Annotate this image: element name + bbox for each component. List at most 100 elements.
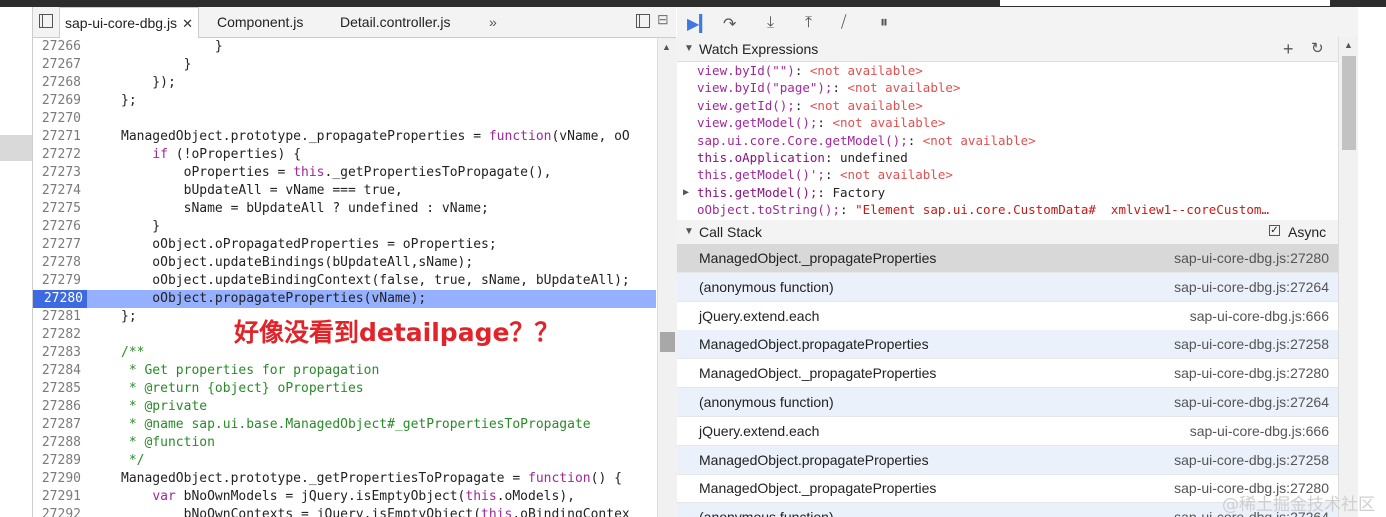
editor-scrollbar[interactable]: ▲: [657, 38, 677, 517]
watch-expression-item[interactable]: this.oApplication: undefined: [677, 149, 1338, 166]
code-line[interactable]: 27291 var bNoOwnModels = jQuery.isEmptyO…: [33, 488, 656, 506]
line-number[interactable]: 27288: [33, 434, 81, 452]
code-line[interactable]: 27285 * @return {object} oProperties: [33, 380, 656, 398]
scroll-up-icon[interactable]: ▲: [662, 42, 671, 52]
watch-expressions-header[interactable]: ▼ Watch Expressions + ↻: [677, 37, 1338, 62]
call-frame-location[interactable]: sap-ui-core-dbg.js:27264: [1174, 273, 1329, 301]
code-line[interactable]: 27268 });: [33, 74, 656, 92]
code-line[interactable]: 27274 bUpdateAll = vName === true,: [33, 182, 656, 200]
line-number[interactable]: 27277: [33, 236, 81, 254]
code-line[interactable]: 27277 oObject.oPropagatedProperties = oP…: [33, 236, 656, 254]
line-number[interactable]: 27270: [33, 110, 81, 128]
watch-expression-item[interactable]: view.getId();: <not available>: [677, 97, 1338, 114]
code-line[interactable]: 27276 }: [33, 218, 656, 236]
tab-overflow-chevron[interactable]: »: [489, 7, 497, 37]
line-number[interactable]: 27292: [33, 506, 81, 517]
pause-on-exceptions-icon[interactable]: ⊟: [657, 11, 669, 28]
refresh-icon[interactable]: ↻: [1311, 37, 1324, 61]
line-number[interactable]: 27273: [33, 164, 81, 182]
scroll-up-icon[interactable]: ▲: [1344, 40, 1353, 50]
step-into-icon[interactable]: ⤓: [767, 14, 774, 32]
line-number[interactable]: 27286: [33, 398, 81, 416]
code-line[interactable]: 27279 oObject.updateBindingContext(false…: [33, 272, 656, 290]
call-frame-location[interactable]: sap-ui-core-dbg.js:666: [1190, 417, 1329, 445]
line-number[interactable]: 27282: [33, 326, 81, 344]
step-over-icon[interactable]: ↷: [723, 14, 736, 34]
watch-expression-item[interactable]: oObject.toString();: "Element sap.ui.cor…: [677, 201, 1338, 218]
call-frame-location[interactable]: sap-ui-core-dbg.js:27258: [1174, 330, 1329, 358]
line-number[interactable]: 27276: [33, 218, 81, 236]
collapse-triangle-icon[interactable]: ▼: [684, 37, 694, 61]
watch-expression-item[interactable]: view.getModel();: <not available>: [677, 114, 1338, 131]
line-number[interactable]: 27278: [33, 254, 81, 272]
tab-sap-ui-core-dbg[interactable]: sap-ui-core-dbg.js ✕: [59, 7, 199, 38]
async-checkbox[interactable]: ✓: [1269, 225, 1280, 236]
call-stack-header[interactable]: ▼ Call Stack ✓ Async: [677, 220, 1338, 245]
code-line[interactable]: 27269};: [33, 92, 656, 110]
collapse-triangle-icon[interactable]: ▼: [684, 220, 694, 244]
add-expression-icon[interactable]: +: [1283, 37, 1294, 61]
call-frame[interactable]: (anonymous function) sap-ui-core-dbg.js:2…: [677, 272, 1338, 302]
toggle-debugger-icon[interactable]: [636, 14, 650, 28]
code-editor[interactable]: 27266 } 27267 } 27268 }); 27269}; 27270 27271…: [33, 38, 656, 517]
watch-expression-item[interactable]: ▶ this.getModel();: Factory: [677, 184, 1338, 201]
watch-expression-item[interactable]: view.byId("page");: <not available>: [677, 79, 1338, 96]
watch-expression-item[interactable]: this.getModel()';: <not available>: [677, 166, 1338, 183]
line-number[interactable]: 27284: [33, 362, 81, 380]
step-out-icon[interactable]: ⤒: [805, 14, 812, 32]
call-frame-location[interactable]: sap-ui-core-dbg.js:27280: [1174, 359, 1329, 387]
code-line[interactable]: 27289 */: [33, 452, 656, 470]
editor-scroll-thumb[interactable]: [660, 332, 675, 352]
code-line[interactable]: 27292 bNoOwnContexts = jQuery.isEmptyObj…: [33, 506, 656, 517]
line-number[interactable]: 27267: [33, 56, 81, 74]
code-line[interactable]: 27270: [33, 110, 656, 128]
deactivate-breakpoints-icon[interactable]: ⧸: [841, 14, 846, 32]
call-frame[interactable]: ManagedObject._propagateProperties sap-ui…: [677, 244, 1338, 273]
call-frame-location[interactable]: sap-ui-core-dbg.js:27258: [1174, 446, 1329, 474]
tab-detail-controller[interactable]: Detail.controller.js: [340, 7, 451, 37]
line-number[interactable]: 27283: [33, 344, 81, 362]
sidebar-scrollbar[interactable]: ▲: [1338, 37, 1359, 517]
line-number[interactable]: 27290: [33, 470, 81, 488]
toggle-navigator-icon[interactable]: [39, 14, 53, 28]
code-line[interactable]: 27287 * @name sap.ui.base.ManagedObject#…: [33, 416, 656, 434]
close-icon[interactable]: ✕: [182, 16, 193, 31]
line-number[interactable]: 27281: [33, 308, 81, 326]
tab-component[interactable]: Component.js: [217, 7, 303, 37]
code-line[interactable]: 27290 ManagedObject.prototype._getPropert…: [33, 470, 656, 488]
code-line[interactable]: 27271 ManagedObject.prototype._propagateP…: [33, 128, 656, 146]
call-frame[interactable]: jQuery.extend.each sap-ui-core-dbg.js:666: [677, 417, 1338, 446]
code-line[interactable]: 27286 * @private: [33, 398, 656, 416]
call-frame[interactable]: ManagedObject.propagateProperties sap-ui-…: [677, 445, 1338, 475]
expand-triangle-icon[interactable]: ▶: [683, 184, 689, 201]
line-number[interactable]: 27271: [33, 128, 81, 146]
code-line[interactable]: 27278 oObject.updateBindings(bUpdateAll,…: [33, 254, 656, 272]
resume-icon[interactable]: ▶▎: [687, 14, 712, 34]
code-line[interactable]: 27288 * @function: [33, 434, 656, 452]
code-line[interactable]: 27273 oProperties = this._getPropertiesT…: [33, 164, 656, 182]
code-line[interactable]: 27275 sName = bUpdateAll ? undefined : v…: [33, 200, 656, 218]
line-number[interactable]: 27291: [33, 488, 81, 506]
call-frame[interactable]: jQuery.extend.each sap-ui-core-dbg.js:666: [677, 302, 1338, 331]
call-frame[interactable]: ManagedObject._propagateProperties sap-ui…: [677, 359, 1338, 389]
line-number[interactable]: 27274: [33, 182, 81, 200]
line-number[interactable]: 27280: [33, 290, 87, 308]
code-line[interactable]: 27266 }: [33, 38, 656, 56]
line-number[interactable]: 27285: [33, 380, 81, 398]
line-number[interactable]: 27279: [33, 272, 81, 290]
call-frame[interactable]: (anonymous function) sap-ui-core-dbg.js:2…: [677, 388, 1338, 417]
watch-expression-item[interactable]: view.byId(""): <not available>: [677, 62, 1338, 79]
line-number[interactable]: 27268: [33, 74, 81, 92]
line-number[interactable]: 27289: [33, 452, 81, 470]
line-number[interactable]: 27269: [33, 92, 81, 110]
line-number[interactable]: 27287: [33, 416, 81, 434]
code-line[interactable]: 27272 if (!oProperties) {: [33, 146, 656, 164]
pause-on-exceptions-toggle-icon[interactable]: ⏸: [880, 14, 888, 32]
watch-expression-item[interactable]: sap.ui.core.Core.getModel();: <not avail…: [677, 132, 1338, 149]
sidebar-scroll-thumb[interactable]: [1342, 56, 1356, 150]
code-line[interactable]: 27267 }: [33, 56, 656, 74]
line-number[interactable]: 27272: [33, 146, 81, 164]
call-frame-location[interactable]: sap-ui-core-dbg.js:27280: [1174, 244, 1329, 272]
line-number[interactable]: 27275: [33, 200, 81, 218]
call-frame[interactable]: ManagedObject.propagateProperties sap-ui-…: [677, 330, 1338, 360]
